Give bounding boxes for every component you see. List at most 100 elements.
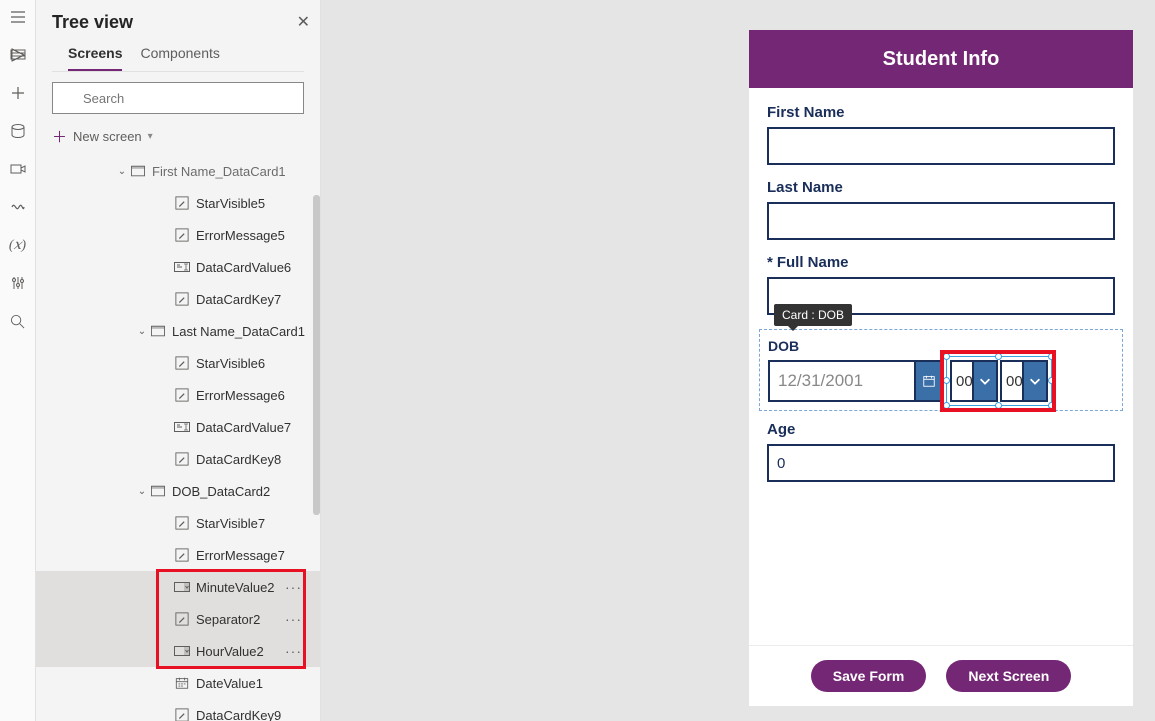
- tree-item-label: DataCardKey8: [196, 452, 281, 467]
- tree-item-label: StarVisible7: [196, 516, 265, 531]
- tree-item-label: DataCardValue7: [196, 420, 291, 435]
- plus-icon: ＋: [52, 126, 67, 147]
- card-icon: [150, 483, 166, 499]
- calendar-icon: [174, 675, 190, 691]
- tree-item[interactable]: ⌄ DOB_DataCard2: [36, 475, 320, 507]
- tree-item-label: ErrorMessage7: [196, 548, 285, 563]
- dob-date-input[interactable]: 12/31/2001: [768, 360, 916, 402]
- hamburger-icon[interactable]: [8, 7, 28, 27]
- tree-item-label: MinuteValue2: [196, 580, 275, 595]
- chevron-down-icon: ⌄: [116, 166, 128, 177]
- tree-item-label: HourValue2: [196, 644, 264, 659]
- tree-item[interactable]: HourValue2 ···: [36, 635, 320, 667]
- dropdown-icon: [174, 643, 190, 659]
- close-icon[interactable]: ✕: [297, 12, 310, 32]
- tree-item-label: Last Name_DataCard1: [172, 324, 305, 339]
- tree-item-label: ErrorMessage5: [196, 228, 285, 243]
- more-icon[interactable]: ···: [285, 611, 302, 627]
- last-name-label: Last Name: [767, 179, 1115, 196]
- tab-components[interactable]: Components: [140, 45, 219, 71]
- card-tooltip: Card : DOB: [774, 304, 852, 326]
- dropdown-icon: [174, 579, 190, 595]
- tree-item-label: DOB_DataCard2: [172, 484, 270, 499]
- dob-data-card[interactable]: Card : DOB DOB 12/31/2001 00: [759, 329, 1123, 411]
- form-header: Student Info: [749, 30, 1133, 88]
- tree-item[interactable]: DataCardValue6: [36, 251, 320, 283]
- more-icon[interactable]: ···: [285, 643, 302, 659]
- tree-view-icon[interactable]: [8, 45, 28, 65]
- tree-item-label: DateValue1: [196, 676, 263, 691]
- card-icon: [150, 323, 166, 339]
- left-rail: (𝑥): [0, 0, 36, 721]
- tree-item[interactable]: StarVisible7: [36, 507, 320, 539]
- pencil-icon: [174, 355, 190, 371]
- tree-item[interactable]: DataCardKey9: [36, 699, 320, 721]
- first-name-label: First Name: [767, 104, 1115, 121]
- new-screen-button[interactable]: ＋ New screen ▾: [36, 120, 320, 155]
- textbox-icon: [174, 419, 190, 435]
- chevron-down-icon: ▾: [148, 131, 153, 142]
- more-icon[interactable]: ···: [285, 579, 302, 595]
- tree-item[interactable]: DateValue1: [36, 667, 320, 699]
- calendar-icon[interactable]: [916, 360, 944, 402]
- dob-label: DOB: [768, 338, 1114, 354]
- app-preview: Student Info First Name Last Name *Full …: [749, 30, 1133, 706]
- variables-icon[interactable]: (𝑥): [8, 235, 28, 255]
- textbox-icon: [174, 259, 190, 275]
- tree-item[interactable]: StarVisible5: [36, 187, 320, 219]
- hour-dropdown[interactable]: 00: [950, 360, 998, 402]
- pencil-icon: [174, 227, 190, 243]
- tree-item[interactable]: ErrorMessage6: [36, 379, 320, 411]
- form-footer: Save Form Next Screen: [749, 645, 1133, 706]
- save-button[interactable]: Save Form: [811, 660, 927, 692]
- pencil-icon: [174, 611, 190, 627]
- tree-item-label: Separator2: [196, 612, 260, 627]
- pencil-icon: [174, 707, 190, 721]
- search-rail-icon[interactable]: [8, 311, 28, 331]
- pencil-icon: [174, 451, 190, 467]
- card-icon: [130, 163, 146, 179]
- chevron-down-icon: ⌄: [136, 486, 148, 497]
- tree-item[interactable]: ErrorMessage7: [36, 539, 320, 571]
- tree-item[interactable]: DataCardValue7: [36, 411, 320, 443]
- pencil-icon: [174, 387, 190, 403]
- minute-dropdown[interactable]: 00: [1000, 360, 1048, 402]
- tree-item-label: DataCardKey9: [196, 708, 281, 721]
- tree-item[interactable]: DataCardKey8: [36, 443, 320, 475]
- pencil-icon: [174, 195, 190, 211]
- search-input[interactable]: [52, 82, 304, 114]
- tree-item-label: First Name_DataCard1: [152, 164, 286, 179]
- tree-item[interactable]: StarVisible6: [36, 347, 320, 379]
- tab-screens[interactable]: Screens: [68, 45, 122, 71]
- tree-item[interactable]: ⌄Last Name_DataCard1: [36, 315, 320, 347]
- panel-title: Tree view: [52, 12, 304, 33]
- data-icon[interactable]: [8, 121, 28, 141]
- tree-item-label: StarVisible5: [196, 196, 265, 211]
- tree-item[interactable]: ⌄ First Name_DataCard1: [36, 155, 320, 187]
- new-screen-label: New screen: [73, 129, 142, 144]
- tree-item[interactable]: Separator2 ···: [36, 603, 320, 635]
- age-label: Age: [767, 421, 1115, 438]
- last-name-input[interactable]: [767, 202, 1115, 240]
- insert-icon[interactable]: [8, 83, 28, 103]
- settings-icon[interactable]: [8, 273, 28, 293]
- media-icon[interactable]: [8, 159, 28, 179]
- full-name-label: *Full Name: [767, 254, 1115, 271]
- flows-icon[interactable]: [8, 197, 28, 217]
- tree-item-label: StarVisible6: [196, 356, 265, 371]
- tree-item-label: DataCardValue6: [196, 260, 291, 275]
- tree-item[interactable]: ErrorMessage5: [36, 219, 320, 251]
- canvas-area[interactable]: Student Info First Name Last Name *Full …: [321, 0, 1155, 721]
- first-name-input[interactable]: [767, 127, 1115, 165]
- next-button[interactable]: Next Screen: [946, 660, 1071, 692]
- pencil-icon: [174, 291, 190, 307]
- tree-item[interactable]: MinuteValue2 ···: [36, 571, 320, 603]
- pencil-icon: [174, 547, 190, 563]
- pencil-icon: [174, 515, 190, 531]
- age-input[interactable]: [767, 444, 1115, 482]
- tree-view-panel: Tree view ✕ Screens Components ＋ New scr…: [36, 0, 321, 721]
- tree-item-label: ErrorMessage6: [196, 388, 285, 403]
- tree-body: ⌄ First Name_DataCard1 StarVisible5 ErrorMe…: [36, 155, 320, 721]
- tree-item[interactable]: DataCardKey7: [36, 283, 320, 315]
- chevron-down-icon: [1022, 360, 1048, 402]
